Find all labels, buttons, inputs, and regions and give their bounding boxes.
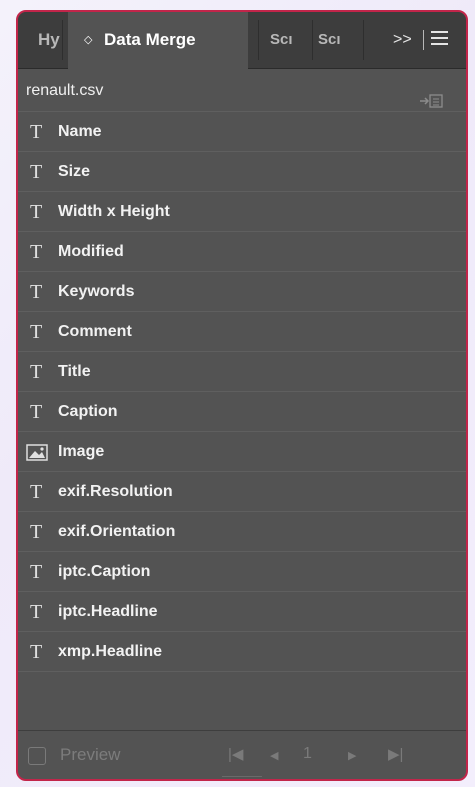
field-label: Keywords bbox=[58, 283, 135, 300]
data-source-filename: renault.csv bbox=[26, 82, 104, 99]
next-record-icon[interactable]: ▶ bbox=[348, 749, 356, 762]
tab-divider bbox=[312, 20, 313, 60]
panel-resize-grip[interactable] bbox=[222, 776, 262, 779]
previous-record-icon[interactable]: ◀ bbox=[270, 749, 278, 762]
text-field-icon: T bbox=[30, 401, 43, 423]
field-row-width-height[interactable]: T Width x Height bbox=[18, 192, 466, 232]
field-row-image[interactable]: Image bbox=[18, 432, 466, 472]
data-source-row: renault.csv bbox=[18, 71, 466, 112]
text-field-icon: T bbox=[30, 161, 43, 183]
tab-divider bbox=[62, 20, 63, 60]
field-label: Size bbox=[58, 163, 91, 180]
field-row-exif-resolution[interactable]: T exif.Resolution bbox=[18, 472, 466, 512]
preview-checkbox[interactable] bbox=[28, 747, 46, 765]
field-label: iptc.Headline bbox=[58, 603, 158, 620]
panel-footer: Preview |◀ ◀ 1 ▶ ▶| bbox=[18, 730, 466, 779]
field-row-title[interactable]: T Title bbox=[18, 352, 466, 392]
last-record-icon[interactable]: ▶| bbox=[388, 745, 403, 763]
text-field-icon: T bbox=[30, 561, 43, 583]
field-row-iptc-headline[interactable]: T iptc.Headline bbox=[18, 592, 466, 632]
tab-data-merge-label: Data Merge bbox=[104, 30, 196, 49]
text-field-icon: T bbox=[30, 601, 43, 623]
tab-overflow-icon[interactable]: >> bbox=[393, 12, 412, 68]
text-field-icon: T bbox=[30, 361, 43, 383]
field-label: xmp.Headline bbox=[58, 643, 163, 660]
field-label: exif.Orientation bbox=[58, 523, 176, 540]
preview-label: Preview bbox=[60, 745, 121, 764]
tab-scripts[interactable]: Scı bbox=[270, 12, 306, 68]
field-label: exif.Resolution bbox=[58, 483, 173, 500]
tab-bar-separator bbox=[423, 30, 424, 50]
text-field-icon: T bbox=[30, 481, 43, 503]
field-row-keywords[interactable]: T Keywords bbox=[18, 272, 466, 312]
data-field-list: T Name T Size T Width x Height T Modifie… bbox=[18, 112, 466, 672]
field-row-comment[interactable]: T Comment bbox=[18, 312, 466, 352]
tab-divider bbox=[258, 20, 259, 60]
field-label: Image bbox=[58, 443, 105, 460]
field-row-caption[interactable]: T Caption bbox=[18, 392, 466, 432]
field-row-iptc-caption[interactable]: T iptc.Caption bbox=[18, 552, 466, 592]
record-number[interactable]: 1 bbox=[303, 745, 312, 763]
tab-divider bbox=[363, 20, 364, 60]
field-label: Comment bbox=[58, 323, 132, 340]
field-label: Name bbox=[58, 123, 102, 140]
panel-tab-bar: Hy ◇ Data Merge Scı Scı >> bbox=[18, 12, 466, 69]
field-row-xmp-headline[interactable]: T xmp.Headline bbox=[18, 632, 466, 672]
data-merge-panel: Hy ◇ Data Merge Scı Scı >> renault.csv T… bbox=[16, 10, 468, 781]
first-record-icon[interactable]: |◀ bbox=[228, 745, 243, 763]
panel-order-icon: ◇ bbox=[84, 34, 93, 46]
text-field-icon: T bbox=[30, 241, 43, 263]
tab-hyperlinks[interactable]: Hy bbox=[18, 12, 60, 68]
panel-menu-icon[interactable] bbox=[431, 31, 448, 47]
text-field-icon: T bbox=[30, 521, 43, 543]
field-label: Title bbox=[58, 363, 91, 380]
text-field-icon: T bbox=[30, 281, 43, 303]
text-field-icon: T bbox=[30, 201, 43, 223]
text-field-icon: T bbox=[30, 641, 43, 663]
text-field-icon: T bbox=[30, 121, 43, 143]
tab-data-merge[interactable]: ◇ Data Merge bbox=[68, 12, 248, 69]
field-label: Modified bbox=[58, 243, 124, 260]
field-row-size[interactable]: T Size bbox=[18, 152, 466, 192]
text-field-icon: T bbox=[30, 321, 43, 343]
field-row-exif-orientation[interactable]: T exif.Orientation bbox=[18, 512, 466, 552]
field-label: Width x Height bbox=[58, 203, 170, 220]
field-row-name[interactable]: T Name bbox=[18, 112, 466, 152]
field-row-modified[interactable]: T Modified bbox=[18, 232, 466, 272]
field-label: Caption bbox=[58, 403, 118, 420]
tab-script-label[interactable]: Scı bbox=[318, 12, 354, 68]
field-label: iptc.Caption bbox=[58, 563, 151, 580]
